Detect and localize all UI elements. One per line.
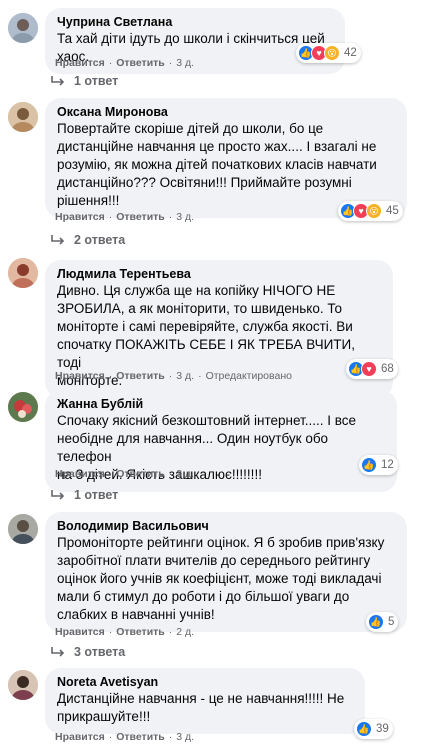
- like-reaction-icon: 👍: [361, 457, 377, 473]
- reactions-summary[interactable]: 👍 ♥ 68: [346, 359, 398, 379]
- timestamp[interactable]: 3 д.: [176, 57, 194, 69]
- reactions-summary[interactable]: 👍 ♥ 😮 42: [296, 43, 361, 63]
- separator: ·: [168, 468, 173, 480]
- comment-author[interactable]: Оксана Миронова: [57, 104, 395, 120]
- comment-actions: Нравится · Ответить · 2 д.: [55, 626, 194, 638]
- reply-link[interactable]: Ответить: [116, 57, 165, 69]
- reply-arrow-icon: [51, 490, 65, 500]
- separator: ·: [168, 731, 173, 743]
- reply-arrow-icon: [51, 647, 65, 657]
- timestamp[interactable]: 3 д.: [176, 731, 194, 743]
- timestamp[interactable]: 3 д.: [176, 468, 194, 480]
- reply-arrow-icon: [51, 235, 65, 245]
- reactions-summary[interactable]: 👍 39: [354, 719, 393, 739]
- reply-link[interactable]: Ответить: [116, 731, 165, 743]
- separator: ·: [108, 626, 113, 638]
- comment-author[interactable]: Чуприна Светлана: [57, 14, 333, 30]
- reply-link[interactable]: Ответить: [116, 211, 165, 223]
- view-replies-link[interactable]: 2 ответа: [50, 233, 125, 247]
- like-link[interactable]: Нравится: [55, 57, 105, 69]
- wow-reaction-icon: 😮: [366, 203, 382, 219]
- comment-bubble: Оксана Миронова Повертайте скоріше дітей…: [45, 98, 407, 218]
- avatar[interactable]: [8, 670, 38, 700]
- edited-label: Отредактировано: [205, 370, 292, 382]
- separator: ·: [108, 731, 113, 743]
- separator: ·: [108, 57, 113, 69]
- like-link[interactable]: Нравится: [55, 626, 105, 638]
- like-link[interactable]: Нравится: [55, 211, 105, 223]
- separator: ·: [108, 211, 113, 223]
- avatar[interactable]: [8, 514, 38, 544]
- reaction-count: 5: [388, 616, 395, 628]
- like-reaction-icon: 👍: [368, 614, 384, 630]
- separator: ·: [108, 370, 113, 382]
- view-replies-link[interactable]: 1 ответ: [50, 488, 118, 502]
- separator: ·: [168, 370, 173, 382]
- separator: ·: [198, 370, 202, 382]
- avatar[interactable]: [8, 13, 38, 43]
- avatar[interactable]: [8, 392, 38, 422]
- comment-author[interactable]: Noreta Avetisyan: [57, 674, 353, 690]
- avatar[interactable]: [8, 102, 38, 132]
- replies-count: 1 ответ: [74, 488, 119, 502]
- comment-bubble: Noreta Avetisyan Дистанційне навчання - …: [45, 668, 365, 734]
- reaction-count: 12: [381, 459, 394, 471]
- like-link[interactable]: Нравится: [55, 370, 105, 382]
- reactions-summary[interactable]: 👍 5: [366, 612, 399, 632]
- comment-actions: Нравится · Ответить · 3 д.: [55, 731, 194, 743]
- replies-count: 2 ответа: [74, 233, 126, 247]
- view-replies-link[interactable]: 3 ответа: [50, 645, 125, 659]
- like-reaction-icon: 👍: [356, 721, 372, 737]
- reply-link[interactable]: Ответить: [116, 370, 165, 382]
- replies-count: 1 ответ: [74, 74, 119, 88]
- separator: ·: [168, 57, 173, 69]
- wow-reaction-icon: 😮: [324, 45, 340, 61]
- reaction-count: 39: [376, 723, 389, 735]
- comment-author[interactable]: Володимир Васильович: [57, 518, 395, 534]
- replies-count: 3 ответа: [74, 645, 126, 659]
- comment-actions: Нравится · Ответить · 3 д.: [55, 211, 194, 223]
- view-replies-link[interactable]: 1 ответ: [50, 74, 118, 88]
- reply-arrow-icon: [51, 76, 65, 86]
- separator: ·: [168, 211, 173, 223]
- timestamp[interactable]: 3 д.: [176, 211, 194, 223]
- timestamp[interactable]: 2 д.: [176, 626, 194, 638]
- reply-link[interactable]: Ответить: [116, 468, 165, 480]
- comment-text: Повертайте скоріше дітей до школи, бо це…: [57, 121, 377, 208]
- comment-author[interactable]: Людмила Терентьева: [57, 266, 381, 282]
- reaction-count: 45: [386, 205, 399, 217]
- reaction-count: 42: [344, 47, 357, 59]
- comment-bubble: Володимир Васильович Промоніторте рейтин…: [45, 512, 407, 632]
- like-link[interactable]: Нравится: [55, 731, 105, 743]
- reactions-summary[interactable]: 👍 ♥ 😮 45: [338, 201, 403, 221]
- comment-actions: Нравится · Ответить · 3 д.: [55, 57, 194, 69]
- reactions-summary[interactable]: 👍 12: [359, 455, 398, 475]
- comment-actions: Нравится · Ответить · 3 д.: [55, 468, 194, 480]
- reply-link[interactable]: Ответить: [116, 626, 165, 638]
- like-link[interactable]: Нравится: [55, 468, 105, 480]
- love-reaction-icon: ♥: [361, 361, 377, 377]
- avatar[interactable]: [8, 258, 38, 288]
- comment-text: Дистанційне навчання - це не навчання!!!…: [57, 691, 345, 724]
- timestamp[interactable]: 3 д.: [176, 370, 194, 382]
- comment-author[interactable]: Жанна Бублій: [57, 396, 385, 412]
- reaction-count: 68: [381, 363, 394, 375]
- separator: ·: [168, 626, 173, 638]
- comment-text: Промоніторте рейтинги оцінок. Я б зробив…: [57, 535, 385, 622]
- comment-actions: Нравится · Ответить · 3 д. · Отредактиро…: [55, 370, 292, 382]
- separator: ·: [108, 468, 113, 480]
